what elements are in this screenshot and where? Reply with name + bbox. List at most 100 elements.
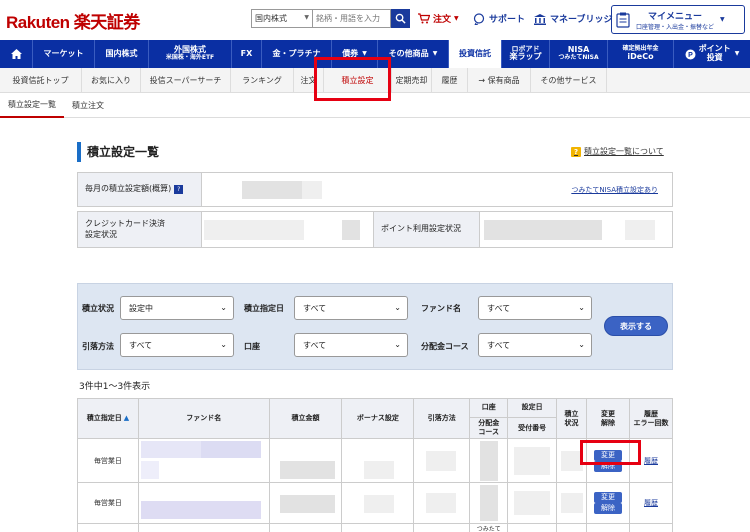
redacted-value — [302, 181, 322, 199]
point-usage-label: ポイント利用設定状況 — [374, 212, 480, 247]
nav-bond[interactable]: 債券 ▼ — [332, 40, 378, 68]
order-button[interactable]: 注文 ▼ — [418, 12, 459, 25]
history-link[interactable]: 履歴 — [644, 457, 658, 465]
row-actions: 変更 解除 — [586, 482, 630, 525]
subnav-order[interactable]: 注文 — [294, 68, 324, 93]
search-button[interactable] — [391, 9, 410, 28]
distribution-filter-label: 分配金コース — [421, 342, 469, 351]
row-date: 毎営業日 — [77, 438, 139, 484]
nav-fx[interactable]: FX — [232, 40, 262, 68]
nav-point-investment[interactable]: P ポイント 投資 ▼ — [674, 40, 750, 68]
nav-domestic-stock[interactable]: 国内株式 — [95, 40, 149, 68]
show-button[interactable]: 表示する — [604, 316, 668, 336]
row-bonus — [341, 438, 415, 484]
redacted-value — [364, 495, 395, 514]
redacted-value — [561, 451, 584, 472]
support-link[interactable]: サポート — [473, 12, 525, 25]
subnav-ranking[interactable]: ランキング — [231, 68, 294, 93]
tsumitate-nisa-link[interactable]: つみたてNISA積立設定あり — [571, 185, 658, 195]
subnav-trust-top[interactable]: 投資信託トップ — [0, 68, 82, 93]
subnav-accumulation-settings[interactable]: 積立設定 — [324, 68, 392, 93]
nav-nisa[interactable]: NISA つみたてNISA — [550, 40, 608, 68]
subnav-favorites[interactable]: お気に入り — [82, 68, 141, 93]
chevron-down-icon: ▼ — [454, 15, 459, 22]
mymenu-subtitle: 口座管理・入出金・振替など — [636, 23, 715, 31]
chevron-down-icon: ⌄ — [220, 340, 227, 349]
status-filter-select[interactable]: 設定中 ⌄ — [120, 296, 234, 320]
chevron-down-icon: ▼ — [720, 16, 725, 23]
sort-icon[interactable]: ▲ — [124, 414, 129, 422]
account-filter-select[interactable]: すべて ⌄ — [294, 333, 408, 357]
header-fund: ファンド名 — [137, 397, 270, 440]
redacted-value — [426, 493, 457, 514]
row-account — [469, 482, 509, 525]
subnav-holdings[interactable]: → 保有商品 — [468, 68, 531, 93]
distribution-filter-select[interactable]: すべて ⌄ — [478, 333, 592, 357]
cancel-button[interactable]: 解除 — [594, 460, 623, 472]
redacted-value — [140, 461, 159, 480]
row-history: 履歴 — [629, 482, 673, 525]
redacted-value — [279, 461, 335, 480]
cancel-button[interactable]: 解除 — [594, 503, 623, 515]
fund-filter-select[interactable]: すべて ⌄ — [478, 296, 592, 320]
header-change: 変更 解除 — [586, 397, 630, 440]
redacted-value — [242, 181, 302, 199]
credit-point-row: クレジットカード決済 設定状況 ポイント利用設定状況 — [77, 211, 673, 248]
nav-investment-trust[interactable]: 投資信託 — [449, 40, 502, 68]
rakuten-logo[interactable]: Rakuten 楽天証券 — [6, 8, 140, 33]
table-header-row: 積立指定日 ▲ ファンド名 積立金額 ボーナス設定 引落方法 口座 設定日 積立状… — [77, 397, 673, 440]
chevron-down-icon: ⌄ — [578, 340, 585, 349]
nav-gold-platinum[interactable]: 金・プラチナ — [262, 40, 332, 68]
tab-accumulation-order[interactable]: 積立注文 — [64, 93, 112, 118]
nav-robo-advisor[interactable]: ロボアド 楽ラップ — [502, 40, 550, 68]
search-input[interactable] — [313, 9, 391, 28]
subnav-periodic-sale[interactable]: 定期売却 — [392, 68, 432, 93]
change-button[interactable]: 変更 — [594, 492, 623, 504]
redacted-value — [140, 441, 201, 459]
header-date[interactable]: 積立指定日 ▲ — [77, 397, 139, 440]
nav-other-products[interactable]: その他商品 ▼ — [378, 40, 449, 68]
nav-foreign-stock[interactable]: 外国株式 米国株・海外ETF — [149, 40, 232, 68]
coin-icon: P — [685, 49, 696, 59]
redacted-value — [480, 485, 499, 522]
search-bar: 国内株式 — [251, 9, 410, 28]
nav-market[interactable]: マーケット — [33, 40, 95, 68]
row-fund-name[interactable] — [137, 438, 270, 484]
subnav-super-search[interactable]: 投信スーパーサーチ — [141, 68, 231, 93]
header-status: 積立 状況 — [556, 397, 588, 440]
help-icon[interactable]: ? — [174, 185, 184, 194]
chevron-down-icon: ⌄ — [220, 303, 227, 312]
header-account: 口座 — [469, 398, 509, 418]
redacted-value — [364, 461, 395, 480]
row-setdate — [507, 482, 558, 525]
monthly-amount-row: 毎月の積立設定額(概算) ? つみたてNISA積立設定あり — [77, 172, 673, 207]
subnav-history[interactable]: 履歴 — [432, 68, 468, 93]
results-table: 積立指定日 ▲ ファンド名 積立金額 ボーナス設定 引落方法 口座 設定日 積立状… — [77, 397, 673, 532]
redacted-value — [625, 220, 655, 240]
change-button[interactable]: 変更 — [594, 449, 623, 461]
search-category-select[interactable]: 国内株式 — [251, 9, 313, 28]
monthly-amount-value: つみたてNISA積立設定あり — [202, 173, 672, 206]
redacted-value — [514, 447, 551, 476]
result-count: 3件中1〜3件表示 — [79, 382, 151, 392]
header-bonus: ボーナス設定 — [341, 397, 415, 440]
svg-text:P: P — [688, 52, 693, 59]
history-link[interactable]: 履歴 — [644, 499, 658, 507]
row-account: つみたて — [469, 523, 509, 532]
home-button[interactable] — [0, 40, 33, 68]
row-actions: 変更 解除 — [586, 438, 630, 484]
redacted-value — [426, 451, 457, 472]
header-debit: 引落方法 — [413, 397, 471, 440]
row-fund-name[interactable] — [137, 482, 270, 525]
mymenu-button[interactable]: マイメニュー 口座管理・入出金・振替など ▼ — [611, 5, 745, 34]
redacted-value — [480, 441, 499, 482]
tab-accumulation-list[interactable]: 積立設定一覧 — [0, 93, 64, 118]
clipboard-icon — [616, 12, 630, 28]
table-row: つみたて — [77, 523, 673, 532]
debit-filter-select[interactable]: すべて ⌄ — [120, 333, 234, 357]
subnav-other-services[interactable]: その他サービス — [531, 68, 607, 93]
moneybridge-link[interactable]: マネーブリッジ — [533, 12, 612, 25]
nav-ideco[interactable]: 確定拠出年金 iDeCo — [608, 40, 674, 68]
help-link[interactable]: ? 積立設定一覧について — [571, 146, 664, 157]
date-filter-select[interactable]: すべて ⌄ — [294, 296, 408, 320]
